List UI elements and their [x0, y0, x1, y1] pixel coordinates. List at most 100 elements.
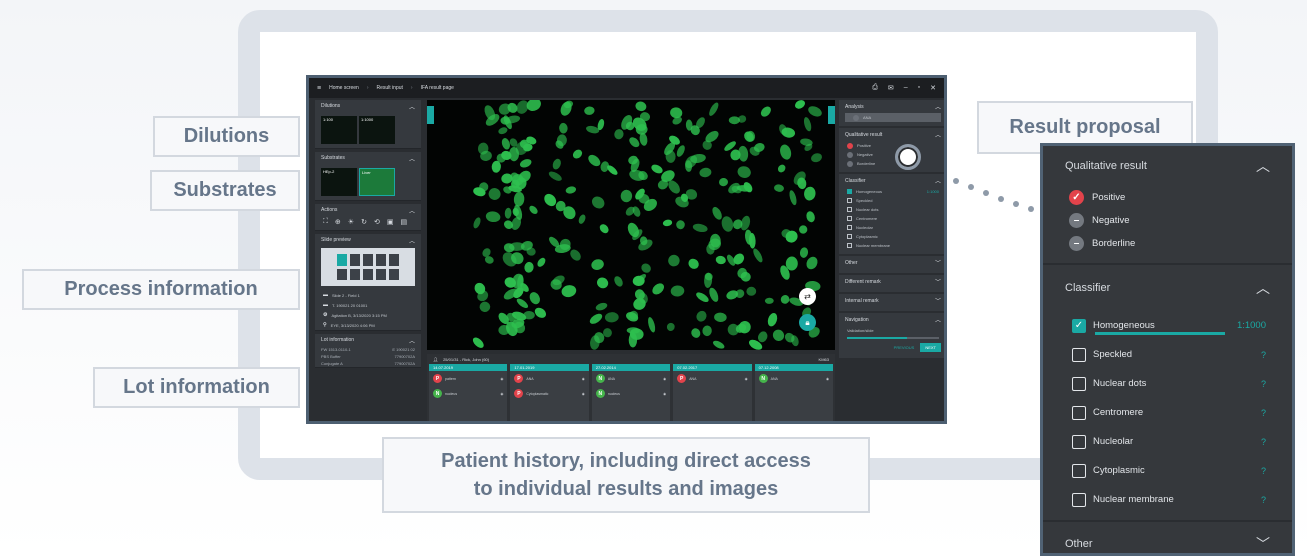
view-image-icon[interactable]: ◉	[745, 377, 748, 381]
view-image-icon[interactable]: ◉	[500, 377, 503, 381]
breadcrumb-result-input[interactable]: Result input	[377, 85, 403, 91]
chevron-up-icon[interactable]: ︿	[935, 176, 941, 185]
view-image-icon[interactable]: ◉	[826, 377, 829, 381]
zoom-classifier-item[interactable]: Nuclear dots?	[1043, 369, 1292, 398]
view-image-icon[interactable]: ◉	[663, 392, 666, 396]
camera-icon[interactable]: ▣	[387, 218, 394, 226]
breadcrumb-home[interactable]: Home screen	[329, 85, 359, 91]
checkbox[interactable]	[1072, 492, 1086, 507]
checkbox[interactable]	[1072, 347, 1086, 362]
zoom-option-negative[interactable]: – Negative	[1043, 209, 1292, 232]
view-image-icon[interactable]: ◉	[500, 392, 503, 396]
lot-information-header[interactable]: Lot information ︿	[315, 334, 421, 346]
zoom-classifier-item[interactable]: Centromere?	[1043, 398, 1292, 427]
chevron-down-icon[interactable]: ﹀	[1256, 534, 1270, 553]
checkbox[interactable]	[847, 207, 852, 212]
zoom-classifier-header[interactable]: Classifier ︿	[1043, 265, 1292, 311]
qual-option-positive[interactable]: Positive	[839, 141, 944, 150]
zoom-classifier-item[interactable]: Speckled?	[1043, 340, 1292, 369]
history-card[interactable]: 07.02.2017 P ANA ◉	[673, 364, 752, 421]
classifier-item[interactable]: Cytoplasmic	[839, 232, 944, 241]
classifier-item[interactable]: Nucleolar	[839, 223, 944, 232]
history-result-row[interactable]: N ANA ◉	[592, 371, 670, 386]
zoom-icon[interactable]: ⊕	[335, 218, 341, 226]
collapse-right-tab[interactable]	[828, 106, 835, 124]
image-viewer[interactable]: ⇄ 🔒︎	[427, 100, 835, 350]
archive-icon[interactable]: ▤	[400, 218, 407, 226]
zoom-qualitative-header[interactable]: Qualitative result ︿	[1043, 146, 1292, 186]
chevron-up-icon[interactable]: ︿	[409, 154, 415, 163]
history-result-row[interactable]: P ANA ◉	[510, 371, 588, 386]
classifier-item[interactable]: Nuclear membrane	[839, 241, 944, 250]
history-icon[interactable]: ⟲	[374, 218, 380, 226]
help-icon[interactable]: ?	[1261, 466, 1266, 476]
slide-field[interactable]	[350, 254, 360, 266]
classifier-item[interactable]: Speckled	[839, 196, 944, 205]
next-button[interactable]: NEXT	[920, 343, 941, 352]
checkbox[interactable]	[847, 198, 852, 203]
chevron-up-icon[interactable]: ︿	[1256, 156, 1270, 176]
zoom-classifier-item[interactable]: Cytoplasmic?	[1043, 456, 1292, 485]
crop-icon[interactable]: ⛶	[323, 218, 328, 226]
history-card[interactable]: 27.02.2014 N ANA ◉ Nnucleus ◉	[591, 364, 671, 421]
mail-icon[interactable]: ✉	[888, 84, 894, 92]
history-result-row[interactable]: N ANA ◉	[755, 371, 833, 386]
checkbox[interactable]	[1072, 463, 1086, 478]
history-result-row[interactable]: Nnucleus ◉	[429, 386, 507, 401]
collapse-left-tab[interactable]	[427, 106, 434, 124]
checkbox-checked-icon[interactable]: ✓	[1072, 318, 1086, 333]
chevron-up-icon[interactable]: ︿	[935, 315, 941, 324]
slide-field[interactable]	[389, 254, 399, 266]
zoom-option-positive[interactable]: ✓ Positive	[1043, 186, 1292, 209]
checkbox[interactable]	[847, 225, 852, 230]
help-icon[interactable]: ?	[1261, 437, 1266, 447]
checkbox[interactable]	[847, 243, 852, 248]
different-remark-panel[interactable]: Different remark ﹀	[839, 275, 944, 292]
checkbox[interactable]	[847, 216, 852, 221]
qual-option-negative[interactable]: Negative	[839, 150, 944, 159]
slide-field[interactable]	[350, 268, 360, 280]
help-icon[interactable]: ?	[1261, 495, 1266, 505]
history-result-row[interactable]: Ppattern ◉	[429, 371, 507, 386]
internal-remark-panel[interactable]: Internal remark ﹀	[839, 294, 944, 311]
previous-button[interactable]: PREVIOUS	[892, 343, 917, 352]
chevron-up-icon[interactable]: ︿	[935, 130, 941, 139]
checkbox-checked[interactable]	[847, 189, 852, 194]
chevron-down-icon[interactable]: ﹀	[935, 277, 941, 286]
qualitative-result-header[interactable]: Qualitative result ︿	[839, 128, 944, 141]
chevron-up-icon[interactable]: ︿	[409, 336, 415, 345]
zoom-classifier-item[interactable]: ✓ Homogeneous 1:1000	[1043, 311, 1292, 340]
classifier-item[interactable]: Nuclear dots	[839, 205, 944, 214]
rotate-icon[interactable]: ↻	[361, 218, 367, 226]
chevron-up-icon[interactable]: ︿	[935, 102, 941, 111]
lock-icon[interactable]: 🔒︎	[799, 314, 816, 331]
substrate-thumb[interactable]: Liver	[359, 168, 395, 196]
help-icon[interactable]: ?	[1261, 350, 1266, 360]
chevron-down-icon[interactable]: ﹀	[935, 296, 941, 305]
checkbox[interactable]	[847, 234, 852, 239]
chevron-up-icon[interactable]: ︿	[409, 102, 415, 111]
view-image-icon[interactable]: ◉	[582, 377, 585, 381]
zoom-option-borderline[interactable]: – Borderline	[1043, 232, 1292, 255]
menu-icon[interactable]: ≡	[317, 85, 321, 92]
minimize-icon[interactable]: –	[904, 84, 908, 92]
substrate-thumb[interactable]: HEp-2	[321, 168, 357, 196]
analysis-item[interactable]: ANA	[845, 113, 941, 122]
brightness-icon[interactable]: ☀	[348, 218, 354, 226]
help-icon[interactable]: ?	[1261, 408, 1266, 418]
checkbox[interactable]	[1072, 405, 1086, 420]
substrates-header[interactable]: Substrates ︿	[315, 152, 421, 164]
slide-field[interactable]	[363, 254, 373, 266]
help-icon[interactable]: ?	[1261, 379, 1266, 389]
slide-field[interactable]	[376, 254, 386, 266]
chevron-down-icon[interactable]: ﹀	[935, 258, 941, 267]
checkbox[interactable]	[1072, 434, 1086, 449]
slide-field[interactable]	[376, 268, 386, 280]
slide-preview[interactable]	[321, 248, 415, 286]
zoom-classifier-item[interactable]: Nuclear membrane?	[1043, 485, 1292, 514]
classifier-item[interactable]: Centromere	[839, 214, 944, 223]
dilution-thumb[interactable]: 1:1000	[359, 116, 395, 144]
navigation-header[interactable]: Navigation ︿	[839, 313, 944, 326]
slide-preview-header[interactable]: Slide preview ︿	[315, 234, 421, 246]
classifier-item[interactable]: Homogeneous 1:1000	[839, 187, 944, 196]
